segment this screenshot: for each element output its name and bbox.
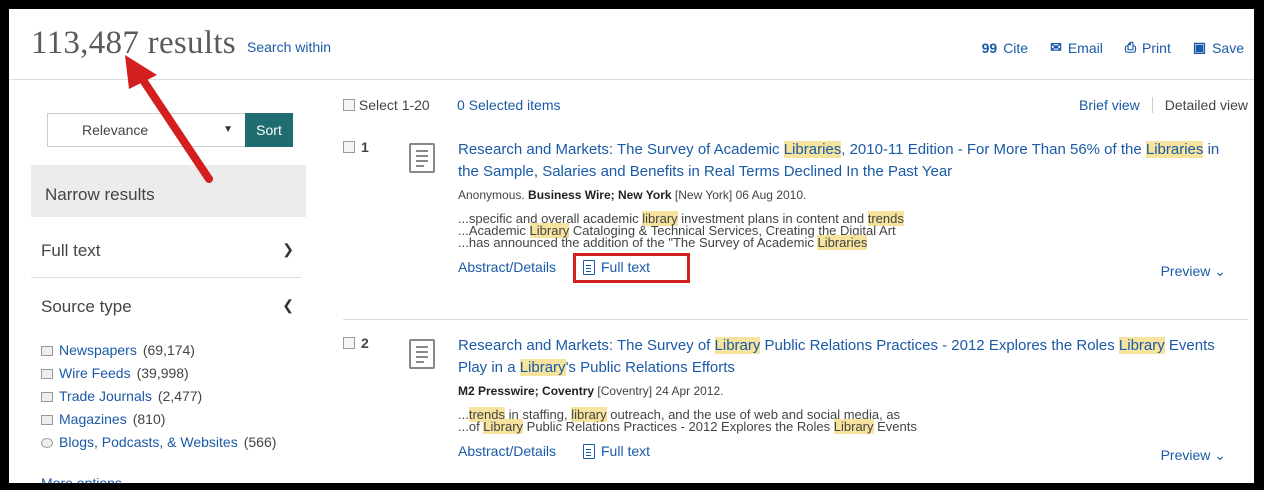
result-meta: Anonymous. Business Wire; New York [New … bbox=[458, 188, 807, 202]
result-index: 1 bbox=[361, 139, 369, 155]
facet-source-type[interactable]: Source type ❮ bbox=[31, 297, 306, 317]
detailed-view-label[interactable]: Detailed view bbox=[1165, 97, 1248, 113]
facet-full-text[interactable]: Full text ❯ bbox=[31, 241, 306, 261]
cite-button[interactable]: 99 Cite bbox=[982, 39, 1028, 56]
print-label: Print bbox=[1142, 39, 1171, 56]
facet-source-type-label: Source type bbox=[41, 297, 132, 316]
caret-down-icon: ▼ bbox=[223, 124, 233, 135]
source-type-list: Newspapers (69,174) Wire Feeds (39,998) … bbox=[41, 339, 276, 454]
snippet-line: ...has announced the addition of the "Th… bbox=[458, 235, 868, 250]
result-title[interactable]: Research and Markets: The Survey of Acad… bbox=[458, 139, 1238, 183]
facet-item-count: (39,998) bbox=[136, 365, 189, 381]
preview-link[interactable]: Preview ⌄ bbox=[1161, 447, 1226, 464]
abstract-details-link[interactable]: Abstract/Details bbox=[458, 443, 556, 459]
email-button[interactable]: ✉ Email bbox=[1050, 39, 1103, 56]
chevron-up-icon: ❮ bbox=[282, 297, 294, 313]
full-text-icon bbox=[583, 443, 595, 459]
result-number: 1 bbox=[343, 139, 369, 155]
result-meta: M2 Presswire; Coventry [Coventry] 24 Apr… bbox=[458, 384, 724, 398]
facet-full-text-label: Full text bbox=[41, 241, 101, 260]
facet-item-magazines[interactable]: Magazines (810) bbox=[41, 408, 276, 431]
facet-item-label: Wire Feeds bbox=[59, 365, 131, 381]
facet-item-label: Blogs, Podcasts, & Websites bbox=[59, 434, 238, 450]
facet-item-wire-feeds[interactable]: Wire Feeds (39,998) bbox=[41, 362, 276, 385]
full-text-icon bbox=[583, 259, 595, 275]
result-actions: Abstract/Details Full text Preview ⌄ bbox=[458, 253, 1238, 283]
facet-item-count: (566) bbox=[243, 434, 277, 450]
sort-control: Relevance ▼ Sort bbox=[47, 113, 293, 147]
sort-button[interactable]: Sort bbox=[245, 113, 293, 147]
result-checkbox[interactable] bbox=[343, 337, 355, 349]
printer-icon: ⎙ bbox=[1124, 39, 1137, 55]
document-icon bbox=[409, 143, 435, 173]
facet-item-label: Magazines bbox=[59, 411, 127, 427]
result-actions: Abstract/Details Full text Preview ⌄ bbox=[458, 441, 1238, 465]
abstract-details-link[interactable]: Abstract/Details bbox=[458, 259, 556, 275]
results-header-bar: 113,487 results Search within 99 Cite ✉ … bbox=[9, 9, 1254, 80]
sort-selected-value: Relevance bbox=[82, 122, 149, 138]
result-title[interactable]: Research and Markets: The Survey of Libr… bbox=[458, 335, 1238, 379]
results-count: 113,487 results bbox=[31, 25, 236, 61]
search-within-link[interactable]: Search within bbox=[247, 39, 331, 55]
select-all[interactable]: Select 1-20 bbox=[343, 97, 430, 113]
more-options-link[interactable]: More options bbox=[41, 475, 122, 483]
full-text-link[interactable]: Full text bbox=[583, 259, 650, 275]
results-page: 113,487 results Search within 99 Cite ✉ … bbox=[9, 9, 1254, 483]
quote-icon: 99 bbox=[981, 39, 998, 56]
facet-item-count: (2,477) bbox=[157, 388, 203, 404]
sort-select[interactable]: Relevance ▼ bbox=[47, 113, 245, 147]
preview-link[interactable]: Preview ⌄ bbox=[1161, 263, 1226, 280]
select-all-label: Select 1-20 bbox=[358, 97, 430, 113]
facet-item-label: Newspapers bbox=[59, 342, 137, 358]
result-snippets: ...trends in staffing, library outreach,… bbox=[458, 407, 1238, 434]
full-text-link[interactable]: Full text bbox=[583, 443, 650, 459]
result-number: 2 bbox=[343, 335, 369, 351]
result-tools: 99 Cite ✉ Email ⎙ Print ▣ Save bbox=[982, 39, 1244, 56]
envelope-icon: ✉ bbox=[1050, 39, 1062, 55]
email-label: Email bbox=[1067, 39, 1103, 56]
facet-item-trade-journals[interactable]: Trade Journals (2,477) bbox=[41, 385, 276, 408]
cite-label: Cite bbox=[1003, 39, 1029, 56]
full-text-label: Full text bbox=[601, 443, 651, 459]
journal-icon bbox=[41, 391, 53, 402]
print-button[interactable]: ⎙ Print bbox=[1125, 39, 1171, 56]
selected-items-link[interactable]: 0 Selected items bbox=[457, 97, 561, 113]
chevron-down-icon: ❯ bbox=[282, 241, 294, 257]
result-snippets: ...specific and overall academic library… bbox=[458, 211, 1238, 250]
full-text-label: Full text bbox=[601, 259, 651, 275]
wire-feed-icon bbox=[41, 368, 53, 379]
facet-item-newspapers[interactable]: Newspapers (69,174) bbox=[41, 339, 276, 362]
brief-view-link[interactable]: Brief view bbox=[1079, 97, 1153, 113]
facet-item-blogs[interactable]: Blogs, Podcasts, & Websites (566) bbox=[41, 431, 276, 454]
select-all-checkbox[interactable] bbox=[343, 99, 355, 111]
snippet-line: ...of Library Public Relations Practices… bbox=[458, 419, 917, 434]
document-icon bbox=[409, 339, 435, 369]
result-checkbox[interactable] bbox=[343, 141, 355, 153]
facet-item-count: (69,174) bbox=[142, 342, 195, 358]
result-index: 2 bbox=[361, 335, 369, 351]
facet-item-label: Trade Journals bbox=[59, 388, 152, 404]
facet-item-count: (810) bbox=[132, 411, 166, 427]
view-switcher: Brief view Detailed view bbox=[1079, 97, 1248, 113]
result-divider bbox=[343, 319, 1248, 320]
globe-icon bbox=[41, 437, 53, 448]
facet-divider bbox=[31, 277, 301, 278]
save-label: Save bbox=[1212, 39, 1244, 56]
newspaper-icon bbox=[41, 345, 53, 356]
save-button[interactable]: ▣ Save bbox=[1193, 39, 1244, 56]
narrow-results-heading: Narrow results bbox=[31, 165, 306, 217]
result-body: Research and Markets: The Survey of Libr… bbox=[458, 335, 1238, 465]
result-body: Research and Markets: The Survey of Acad… bbox=[458, 139, 1238, 283]
magazine-icon bbox=[41, 414, 53, 425]
save-icon: ▣ bbox=[1192, 39, 1207, 55]
